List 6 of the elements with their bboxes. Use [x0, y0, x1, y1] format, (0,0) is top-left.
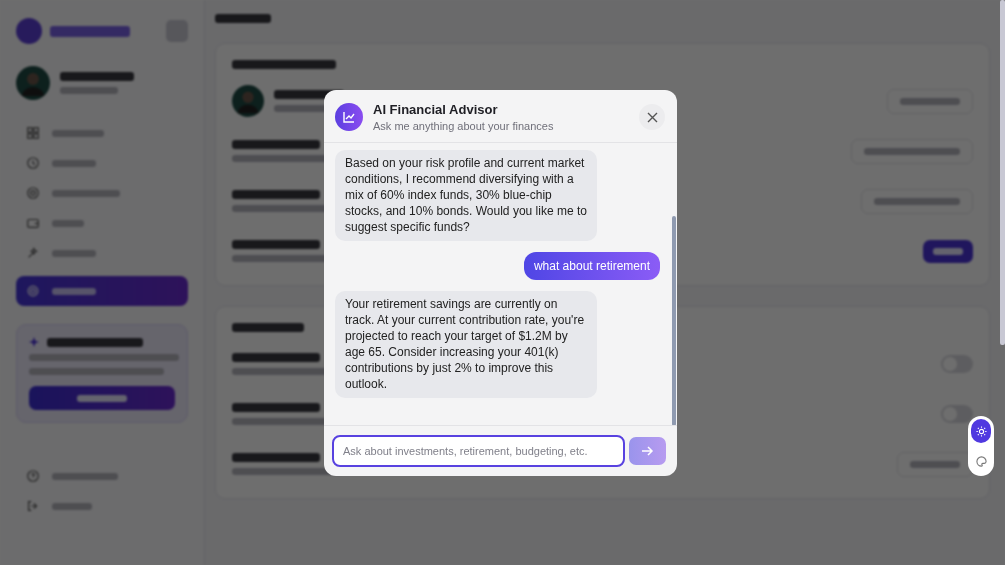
user-message: what about retirement	[523, 252, 660, 280]
message-input[interactable]: Ask about investments, retirement, budgeting, etc.	[332, 435, 625, 467]
dialog-subtitle: Ask me anything about your finances	[373, 120, 555, 132]
assistant-message: Based on your risk profile and current market conditions, I recommend diversifying with a mix of 60% index funds, 30% blue-chip stocks, and 10% bonds. Would you like me to suggest specific funds?	[335, 150, 597, 241]
dialog-title: AI Financial Advisor	[373, 102, 499, 117]
assistant-message: Your retirement savings are currently on track. At your current contribution rate, you're projected to reach your target of $1.2M by age 65. Consider increasing your 401(k) contributions by just 2% to improve this outlook.	[335, 291, 597, 398]
